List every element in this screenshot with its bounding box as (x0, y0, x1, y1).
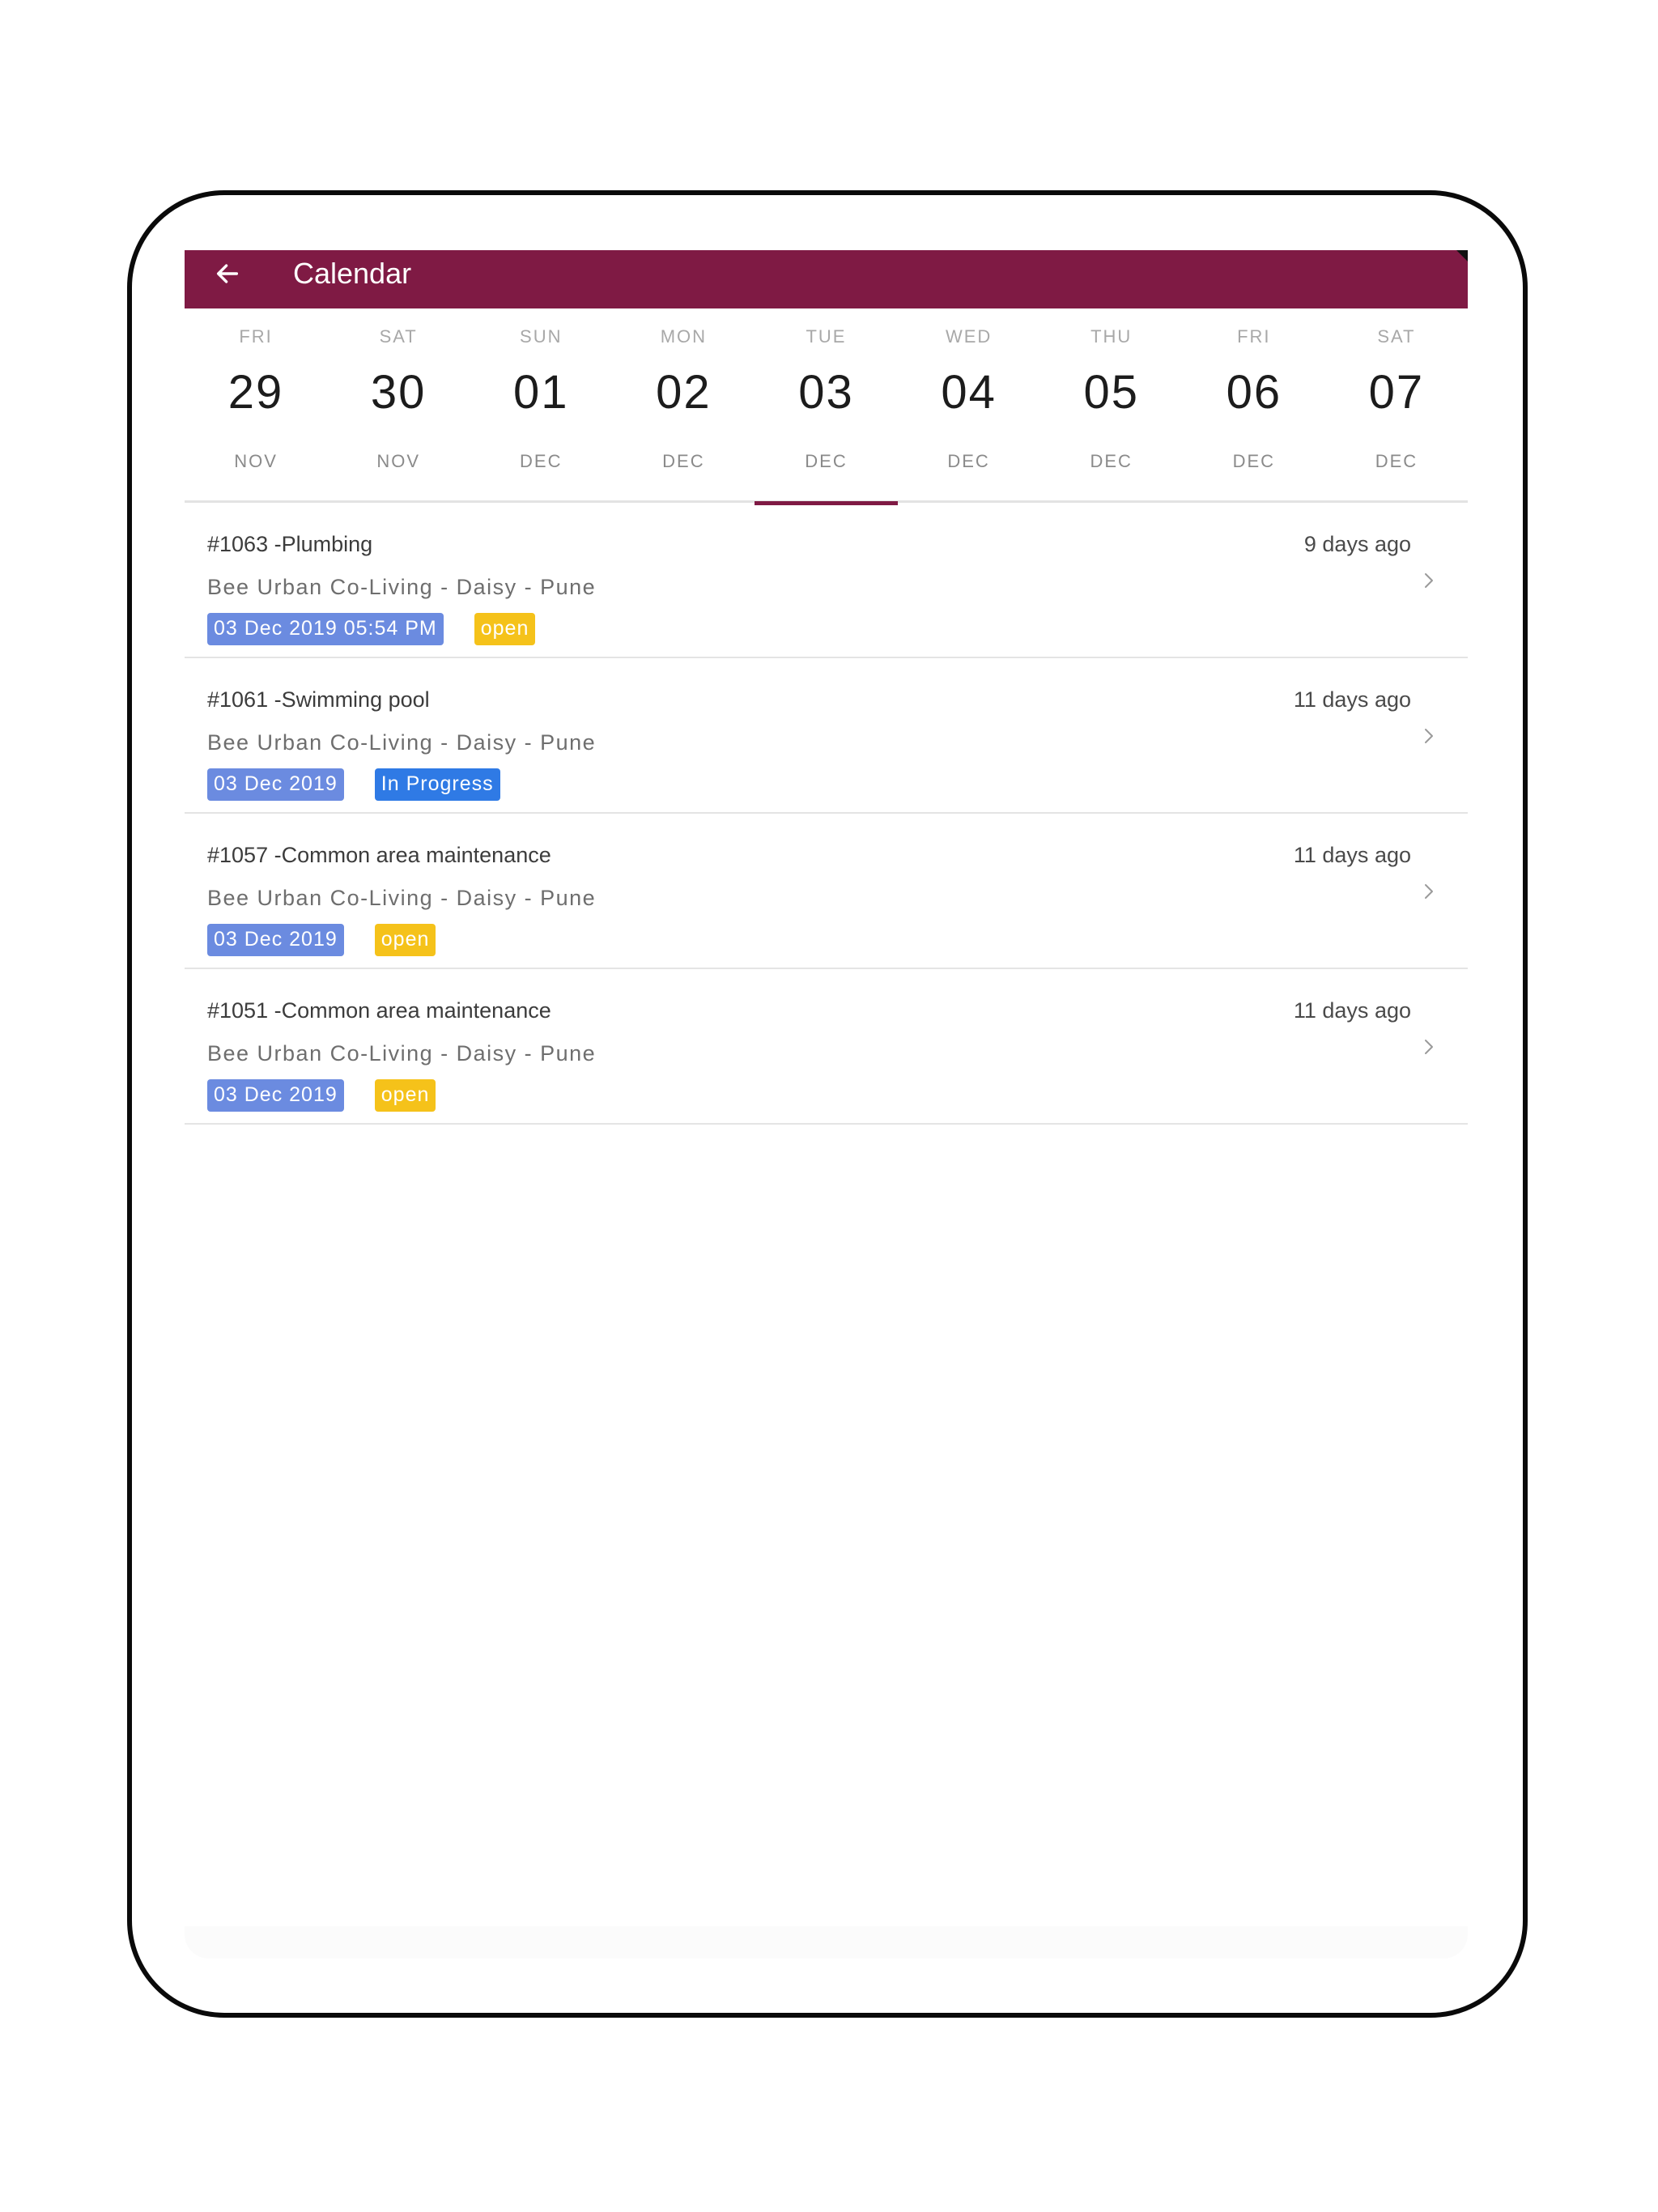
ticket-age: 9 days ago (1303, 532, 1411, 556)
ticket-badges: 03 Dec 2019 In Progress (207, 768, 500, 801)
day-num: 01 (513, 366, 569, 419)
ticket-title: #1063 -Plumbing (207, 532, 373, 556)
day-cell-05-dec[interactable]: THU 05 DEC (1040, 308, 1183, 503)
list-item[interactable]: #1061 -Swimming pool 11 days ago Bee Urban… (185, 658, 1468, 814)
day-cell-04-dec[interactable]: WED 04 DEC (898, 308, 1040, 503)
ticket-age: 11 days ago (1293, 687, 1411, 712)
ticket-location: Bee Urban Co-Living - Daisy - Pune (207, 1041, 597, 1066)
day-mon: DEC (1375, 451, 1418, 471)
list-item[interactable]: #1051 -Common area maintenance 11 days ag… (185, 969, 1468, 1125)
day-dow: SAT (379, 326, 418, 347)
page-title: Calendar (293, 257, 412, 290)
ticket-badges: 03 Dec 2019 open (207, 924, 436, 956)
day-num: 30 (370, 366, 427, 419)
day-dow: FRI (1237, 326, 1271, 347)
date-badge: 03 Dec 2019 (207, 768, 344, 801)
day-mon: DEC (805, 451, 848, 471)
status-badge: open (474, 613, 536, 645)
ticket-title: #1061 -Swimming pool (207, 687, 430, 712)
status-badge: In Progress (374, 768, 500, 801)
ticket-age: 11 days ago (1293, 843, 1411, 867)
day-num: 05 (1083, 366, 1139, 419)
screen-bottom (185, 1926, 1468, 1959)
day-num: 04 (941, 366, 997, 419)
day-mon: DEC (1232, 451, 1276, 471)
day-dow: SAT (1377, 326, 1416, 347)
ticket-title: #1057 -Common area maintenance (207, 843, 551, 867)
status-badge: open (374, 1079, 436, 1112)
appbar-corner (1456, 250, 1468, 262)
ticket-location: Bee Urban Co-Living - Daisy - Pune (207, 575, 597, 599)
day-cell-29-nov[interactable]: FRI 29 NOV (185, 308, 327, 503)
ticket-badges: 03 Dec 2019 05:54 PM open (207, 613, 536, 645)
day-dow: WED (945, 326, 993, 347)
day-dow: FRI (239, 326, 273, 347)
day-cell-06-dec[interactable]: FRI 06 DEC (1183, 308, 1325, 503)
date-badge: 03 Dec 2019 (207, 924, 344, 956)
day-dow: THU (1090, 326, 1133, 347)
day-dow: SUN (520, 326, 563, 347)
day-cell-03-dec[interactable]: TUE 03 DEC (755, 308, 898, 505)
day-num: 02 (656, 366, 712, 419)
chevron-right-icon (1425, 573, 1433, 588)
ticket-title: #1051 -Common area maintenance (207, 998, 551, 1023)
arrow-left-icon (216, 264, 239, 283)
day-mon: DEC (1090, 451, 1133, 471)
chevron-right-icon (1425, 729, 1433, 743)
day-num: 06 (1226, 366, 1282, 419)
day-cell-02-dec[interactable]: MON 02 DEC (612, 308, 755, 503)
day-cell-07-dec[interactable]: SAT 07 DEC (1325, 308, 1468, 503)
day-num: 07 (1368, 366, 1425, 419)
ticket-age: 11 days ago (1293, 998, 1411, 1023)
day-mon: DEC (662, 451, 705, 471)
day-dow: MON (660, 326, 708, 347)
chevron-right-icon (1425, 884, 1433, 899)
day-num: 29 (227, 366, 284, 419)
chevron-right-icon (1425, 1040, 1433, 1054)
day-mon: NOV (376, 451, 420, 471)
day-mon: NOV (234, 451, 278, 471)
day-cell-01-dec[interactable]: SUN 01 DEC (470, 308, 612, 503)
day-num: 03 (798, 366, 854, 419)
back-button[interactable] (209, 255, 246, 292)
ticket-badges: 03 Dec 2019 open (207, 1079, 436, 1112)
app-screen: Calendar FRI 29 NOV SAT 30 NOV SUN 01 DEC MON 02 DE… (185, 250, 1468, 1959)
date-badge: 03 Dec 2019 (207, 1079, 344, 1112)
list-item[interactable]: #1057 -Common area maintenance 11 days ag… (185, 814, 1468, 969)
app-bar: Calendar (185, 250, 1468, 308)
day-cell-30-nov[interactable]: SAT 30 NOV (327, 308, 470, 503)
ticket-location: Bee Urban Co-Living - Daisy - Pune (207, 886, 597, 910)
day-mon: DEC (947, 451, 990, 471)
day-mon: DEC (520, 451, 563, 471)
day-strip: FRI 29 NOV SAT 30 NOV SUN 01 DEC MON 02 DEC TUE 03 DEC… (185, 308, 1468, 505)
day-dow: TUE (806, 326, 847, 347)
date-badge: 03 Dec 2019 05:54 PM (207, 613, 444, 645)
ticket-list: #1063 -Plumbing 9 days ago Bee Urban Co-Li… (185, 503, 1468, 1125)
list-item[interactable]: #1063 -Plumbing 9 days ago Bee Urban Co-Li… (185, 503, 1468, 658)
status-badge: open (374, 924, 436, 956)
ticket-location: Bee Urban Co-Living - Daisy - Pune (207, 730, 597, 755)
